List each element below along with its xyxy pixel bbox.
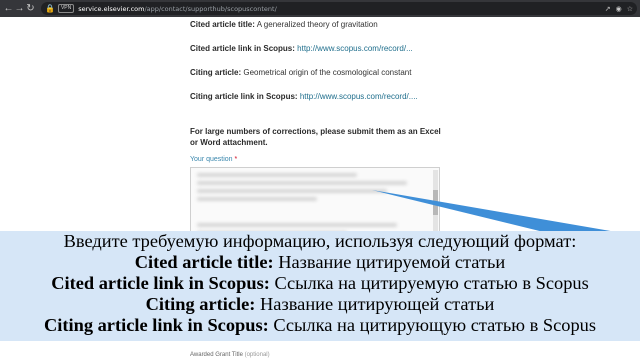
cited-link[interactable]: http://www.scopus.com/record/... (297, 44, 413, 53)
bookmark-icon[interactable]: ☆ (627, 5, 633, 13)
citing-link-row: Citing article link in Scopus: http://ww… (190, 92, 418, 101)
row-value: A generalized theory of gravitation (256, 20, 378, 29)
vpn-badge[interactable]: VPN (57, 4, 75, 13)
textarea-scrollbar[interactable] (433, 170, 438, 240)
overlay-label: Citing article link in Scopus: (43, 315, 269, 335)
back-icon[interactable]: ← (3, 0, 14, 17)
toolbar-icons: ↗ ◉ ☆ (600, 5, 633, 13)
url-text[interactable]: service.elsevier.com/app/contact/support… (78, 5, 277, 13)
overlay-label: Cited article link in Scopus: (51, 273, 270, 293)
row-label: Cited article link in Scopus: (190, 44, 295, 53)
url-domain: service.elsevier.com (78, 4, 145, 13)
awarded-grant-text: Awarded Grant Title (190, 352, 243, 358)
overlay-label: Cited article title: (134, 252, 274, 272)
row-value: Geometrical origin of the cosmological c… (243, 68, 412, 77)
blurred-text-line (197, 189, 387, 193)
overlay-line-cited-title: Cited article title: Название цитируемой… (0, 252, 640, 273)
camera-icon[interactable]: ◉ (616, 5, 622, 13)
row-label: Citing article link in Scopus: (190, 92, 298, 101)
overlay-line-citing-link: Citing article link in Scopus: Ссылка на… (0, 315, 640, 336)
overlay-text: Ссылка на цитирующую статью в Scopus (273, 315, 597, 335)
instruction-overlay: Введите требуемую информацию, используя … (0, 231, 640, 341)
blurred-text-line (197, 197, 317, 201)
cited-title-row: Cited article title: A generalized theor… (190, 20, 378, 29)
blurred-text-line (197, 173, 357, 177)
overlay-intro: Введите требуемую информацию, используя … (63, 231, 577, 251)
corrections-note: For large numbers of corrections, please… (190, 127, 441, 147)
address-bar[interactable]: 🔒 VPN service.elsevier.com/app/contact/s… (41, 2, 637, 15)
browser-toolbar: ← → ↻ 🔒 VPN service.elsevier.com/app/con… (0, 0, 640, 17)
question-label: Your question * (190, 156, 237, 163)
reload-icon[interactable]: ↻ (25, 0, 36, 17)
share-icon[interactable]: ↗ (605, 5, 611, 13)
overlay-text: Ссылка на цитируемую статью в Scopus (274, 273, 589, 293)
required-mark: * (234, 156, 238, 163)
url-path: /app/contact/supporthub/scopuscontent/ (144, 4, 277, 13)
citing-link[interactable]: http://www.scopus.com/record/.... (300, 92, 418, 101)
overlay-label: Citing article: (145, 294, 256, 314)
row-label: Cited article title: (190, 20, 255, 29)
scrollbar-thumb[interactable] (433, 190, 438, 215)
overlay-text: Название цитируемой статьи (278, 252, 506, 272)
lock-icon: 🔒 (45, 4, 55, 13)
question-label-text: Your question (190, 156, 233, 163)
overlay-text: Название цитирующей статьи (260, 294, 495, 314)
forward-icon[interactable]: → (14, 0, 25, 17)
blurred-text-line (197, 223, 397, 227)
blurred-text-line (197, 181, 407, 185)
overlay-line-citing-title: Citing article: Название цитирующей стат… (0, 294, 640, 315)
awarded-grant-label: Awarded Grant Title (optional) (190, 352, 270, 358)
optional-tag: (optional) (244, 352, 270, 358)
citing-title-row: Citing article: Geometrical origin of th… (190, 68, 411, 77)
row-label: Citing article: (190, 68, 242, 77)
overlay-line-cited-link: Cited article link in Scopus: Ссылка на … (0, 273, 640, 294)
cited-link-row: Cited article link in Scopus: http://www… (190, 44, 413, 53)
page-bottom (0, 341, 640, 352)
